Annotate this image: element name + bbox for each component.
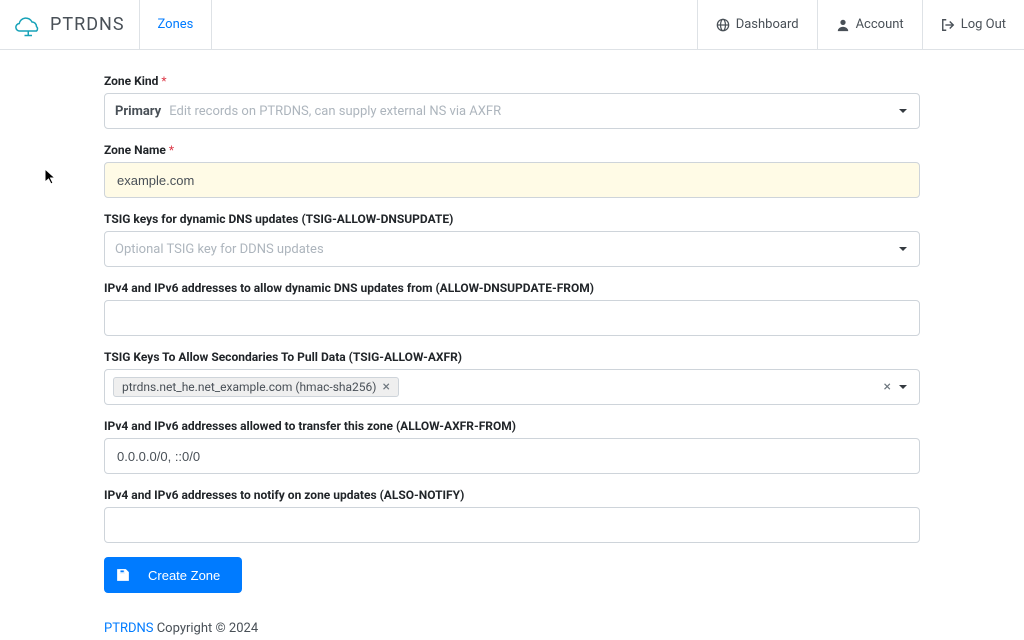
footer-copyright: Copyright © 2024 xyxy=(154,621,259,636)
create-zone-button[interactable]: Create Zone xyxy=(104,557,242,593)
allow-axfr-from-label: IPv4 and IPv6 addresses allowed to trans… xyxy=(104,419,920,433)
allow-axfr-from-input[interactable] xyxy=(104,438,920,474)
clear-all-icon[interactable]: × xyxy=(884,379,891,395)
create-zone-label: Create Zone xyxy=(148,568,220,583)
tsig-dnsupdate-select[interactable]: Optional TSIG key for DDNS updates xyxy=(104,231,920,267)
tsig-axfr-select[interactable]: ptrdns.net_he.net_example.com (hmac-sha2… xyxy=(104,369,920,405)
zone-name-input[interactable] xyxy=(104,162,920,198)
logout-icon xyxy=(941,18,955,32)
zone-kind-group: Zone Kind Primary Edit records on PTRDNS… xyxy=(104,74,920,129)
chevron-down-icon xyxy=(899,247,907,251)
zone-kind-select[interactable]: Primary Edit records on PTRDNS, can supp… xyxy=(104,93,920,129)
mouse-cursor xyxy=(44,168,58,186)
user-icon xyxy=(836,18,850,32)
save-icon xyxy=(116,568,130,582)
chevron-down-icon xyxy=(899,385,907,389)
allow-dnsupdate-from-group: IPv4 and IPv6 addresses to allow dynamic… xyxy=(104,281,920,336)
tsig-axfr-group: TSIG Keys To Allow Secondaries To Pull D… xyxy=(104,350,920,405)
tsig-axfr-tag[interactable]: ptrdns.net_he.net_example.com (hmac-sha2… xyxy=(113,377,399,397)
zone-name-group: Zone Name xyxy=(104,143,920,198)
nav-logout[interactable]: Log Out xyxy=(922,0,1024,49)
footer-brand-link[interactable]: PTRDNS xyxy=(104,621,154,636)
tsig-dnsupdate-label: TSIG keys for dynamic DNS updates (TSIG-… xyxy=(104,212,920,226)
nav-dashboard[interactable]: Dashboard xyxy=(697,0,817,49)
globe-icon xyxy=(716,18,730,32)
also-notify-group: IPv4 and IPv6 addresses to notify on zon… xyxy=(104,488,920,543)
allow-axfr-from-group: IPv4 and IPv6 addresses allowed to trans… xyxy=(104,419,920,474)
remove-tag-icon[interactable]: × xyxy=(382,380,389,394)
allow-dnsupdate-from-label: IPv4 and IPv6 addresses to allow dynamic… xyxy=(104,281,920,295)
zone-kind-value: Primary xyxy=(115,104,161,119)
chevron-down-icon xyxy=(899,109,907,113)
brand-link[interactable]: PTRDNS xyxy=(0,0,139,49)
main-form-container: Zone Kind Primary Edit records on PTRDNS… xyxy=(96,50,928,617)
footer: PTRDNS Copyright © 2024 xyxy=(96,617,928,640)
also-notify-label: IPv4 and IPv6 addresses to notify on zon… xyxy=(104,488,920,502)
tsig-dnsupdate-group: TSIG keys for dynamic DNS updates (TSIG-… xyxy=(104,212,920,267)
tsig-axfr-label: TSIG Keys To Allow Secondaries To Pull D… xyxy=(104,350,920,364)
tsig-axfr-tag-label: ptrdns.net_he.net_example.com (hmac-sha2… xyxy=(122,380,376,394)
zone-kind-hint: Edit records on PTRDNS, can supply exter… xyxy=(169,104,909,119)
nav-zones[interactable]: Zones xyxy=(139,0,213,49)
zone-name-label: Zone Name xyxy=(104,143,920,157)
brand-text: PTRDNS xyxy=(50,14,125,35)
cloud-logo-icon xyxy=(14,12,44,38)
nav-account[interactable]: Account xyxy=(817,0,922,49)
allow-dnsupdate-from-input[interactable] xyxy=(104,300,920,336)
also-notify-input[interactable] xyxy=(104,507,920,543)
top-navbar: PTRDNS Zones Dashboard Account Log Out xyxy=(0,0,1024,50)
zone-kind-label: Zone Kind xyxy=(104,74,920,88)
tsig-dnsupdate-placeholder: Optional TSIG key for DDNS updates xyxy=(115,242,909,257)
